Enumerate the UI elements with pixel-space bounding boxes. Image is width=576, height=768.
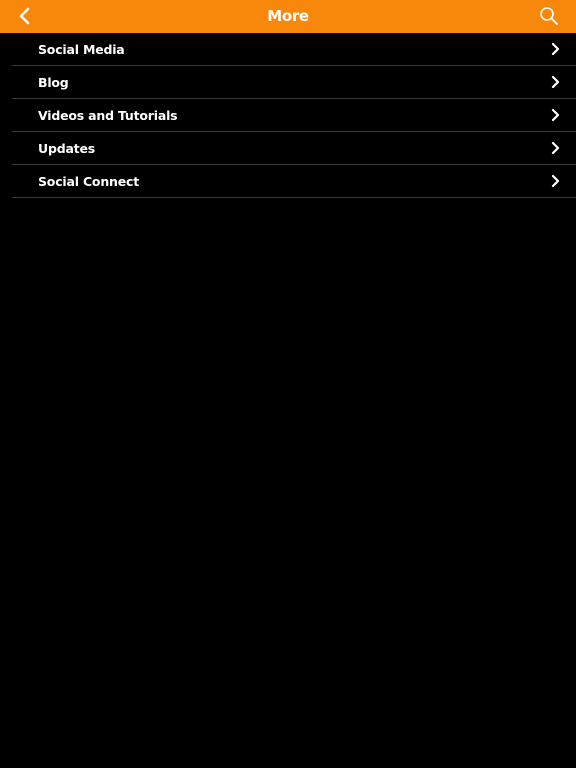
page-title: More — [267, 7, 309, 25]
top-bar: More — [0, 0, 576, 33]
search-button[interactable] — [538, 5, 560, 27]
chevron-right-icon — [551, 175, 560, 187]
chevron-right-icon — [551, 76, 560, 88]
chevron-right-icon — [551, 43, 560, 55]
menu-item-social-connect[interactable]: Social Connect — [12, 165, 576, 198]
menu-item-label: Videos and Tutorials — [38, 108, 178, 123]
menu-list: Social Media Blog Videos and Tutorials U… — [12, 33, 576, 198]
menu-item-label: Updates — [38, 141, 95, 156]
menu-item-updates[interactable]: Updates — [12, 132, 576, 165]
search-icon — [540, 7, 558, 25]
menu-item-blog[interactable]: Blog — [12, 66, 576, 99]
menu-item-label: Blog — [38, 75, 69, 90]
menu-item-social-media[interactable]: Social Media — [12, 33, 576, 66]
app-screen: More Social Media Blog Videos and Tutori… — [0, 0, 576, 768]
menu-item-label: Social Media — [38, 42, 125, 57]
chevron-right-icon — [551, 142, 560, 154]
chevron-right-icon — [551, 109, 560, 121]
menu-item-videos-and-tutorials[interactable]: Videos and Tutorials — [12, 99, 576, 132]
menu-item-label: Social Connect — [38, 174, 139, 189]
